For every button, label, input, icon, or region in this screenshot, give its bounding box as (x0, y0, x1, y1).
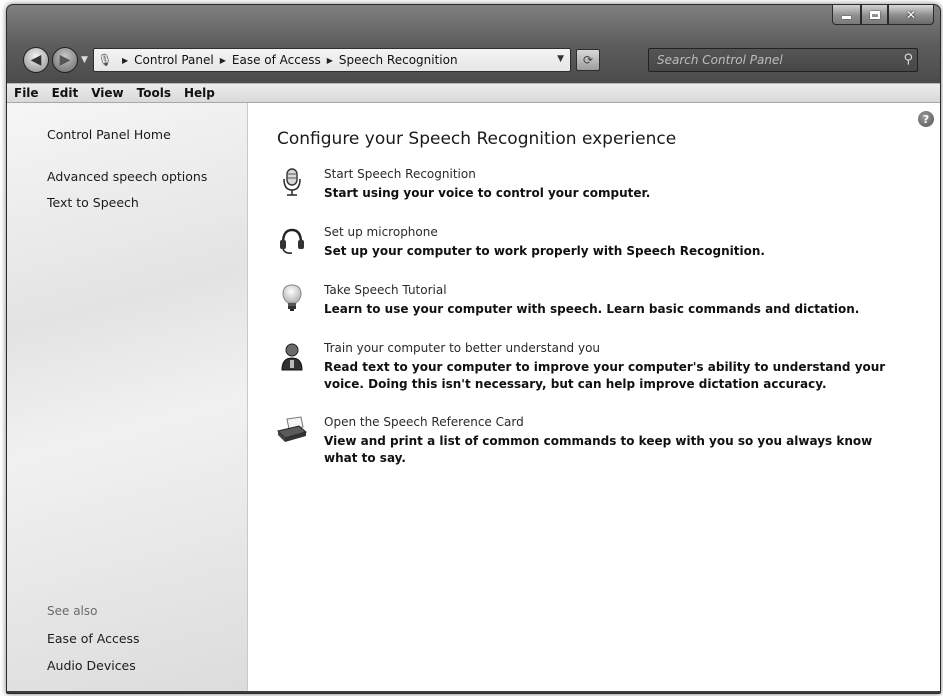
refresh-button[interactable]: ⟳ (576, 49, 600, 71)
left-pane: Control Panel Home Advanced speech optio… (7, 103, 248, 691)
start-speech-recognition-link[interactable]: Start Speech Recognition (324, 167, 476, 181)
chevron-right-icon[interactable]: ▶ (220, 56, 226, 65)
train-computer-link[interactable]: Train your computer to better understand… (324, 341, 600, 355)
search-icon[interactable]: ⚲ (903, 52, 913, 67)
search-placeholder: Search Control Panel (657, 53, 783, 67)
minimize-icon (842, 16, 851, 19)
menu-help[interactable]: Help (177, 86, 221, 100)
menu-file[interactable]: File (7, 86, 45, 100)
take-speech-tutorial-link[interactable]: Take Speech Tutorial (324, 283, 447, 297)
window: ✕ ◀ ▶ ▼ 🎙 ▶ Control Panel ▶ Ease of Acce… (6, 4, 941, 694)
menu-view[interactable]: View (84, 86, 129, 100)
task-description: Start using your voice to control your c… (324, 186, 651, 200)
chevron-right-icon[interactable]: ▶ (122, 56, 128, 65)
back-button[interactable]: ◀ (23, 47, 49, 73)
audio-devices-link[interactable]: Audio Devices (47, 658, 136, 673)
recent-pages-dropdown[interactable]: ▼ (81, 55, 88, 65)
close-icon: ✕ (905, 7, 917, 22)
main-pane: ? Configure your Speech Recognition expe… (248, 103, 940, 691)
headset-icon (280, 228, 304, 254)
menu-edit[interactable]: Edit (45, 86, 85, 100)
ease-of-access-link[interactable]: Ease of Access (47, 631, 140, 646)
refresh-icon: ⟳ (582, 53, 594, 67)
microphone-icon (283, 168, 301, 196)
text-to-speech-link[interactable]: Text to Speech (47, 195, 139, 210)
control-panel-icon: 🎙 (97, 53, 113, 67)
menu-tools[interactable]: Tools (130, 86, 177, 100)
caption-buttons: ✕ (832, 5, 934, 27)
person-icon (281, 343, 303, 371)
advanced-speech-options-link[interactable]: Advanced speech options (47, 169, 207, 184)
task-description: Set up your computer to work properly wi… (324, 244, 765, 258)
control-panel-home-link[interactable]: Control Panel Home (47, 127, 171, 142)
speech-reference-card-link[interactable]: Open the Speech Reference Card (324, 415, 524, 429)
navigation-bar: ◀ ▶ ▼ 🎙 ▶ Control Panel ▶ Ease of Access… (7, 47, 940, 75)
menu-bar: File Edit View Tools Help (7, 83, 940, 103)
maximize-icon (869, 10, 880, 19)
breadcrumb-ease-of-access[interactable]: Ease of Access (232, 53, 321, 67)
help-button[interactable]: ? (918, 111, 934, 127)
see-also-heading: See also (47, 604, 98, 618)
chevron-right-icon[interactable]: ▶ (327, 56, 333, 65)
minimize-button[interactable] (832, 5, 861, 25)
lightbulb-icon (282, 284, 302, 311)
set-up-microphone-link[interactable]: Set up microphone (324, 225, 438, 239)
content-area: Control Panel Home Advanced speech optio… (7, 103, 940, 691)
task-description: Learn to use your computer with speech. … (324, 302, 860, 316)
close-button[interactable]: ✕ (888, 5, 934, 25)
address-bar[interactable]: 🎙 ▶ Control Panel ▶ Ease of Access ▶ Spe… (93, 48, 571, 72)
help-icon: ? (922, 112, 930, 126)
forward-button[interactable]: ▶ (52, 47, 78, 73)
printer-icon (277, 416, 308, 442)
search-input[interactable]: Search Control Panel ⚲ (648, 48, 918, 72)
task-description: View and print a list of common commands… (324, 434, 873, 465)
back-arrow-icon: ◀ (30, 52, 42, 68)
forward-arrow-icon: ▶ (59, 52, 71, 68)
maximize-button[interactable] (861, 5, 888, 25)
page-title: Configure your Speech Recognition experi… (277, 129, 677, 149)
breadcrumb-control-panel[interactable]: Control Panel (134, 53, 214, 67)
task-description: Read text to your computer to improve yo… (324, 360, 886, 391)
address-dropdown-icon[interactable]: ▼ (557, 54, 564, 64)
breadcrumb-speech-recognition[interactable]: Speech Recognition (339, 53, 458, 67)
